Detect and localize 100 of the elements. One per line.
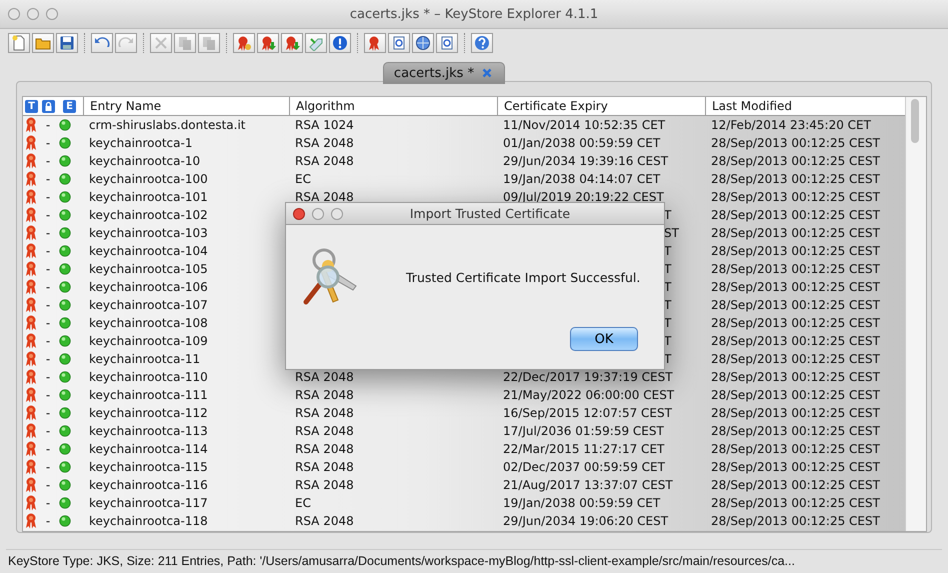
table-cell-text: keychainrootca-115 [88, 459, 209, 476]
certificate-icon [25, 207, 37, 223]
table-cell-text: 28/Sep/2013 00:12:25 CEST [710, 441, 881, 458]
table-cell-text: 02/Dec/2037 00:59:59 CET [502, 459, 666, 476]
table-cell-text: RSA 2048 [294, 513, 355, 530]
column-header[interactable]: T [25, 100, 38, 112]
lock-status: - [44, 153, 52, 170]
paste-icon [201, 35, 217, 51]
table-cell-text: keychainrootca-107 [88, 297, 209, 314]
table-cell-text: keychainrootca-118 [88, 513, 209, 530]
certificate-icon [25, 171, 37, 187]
lock-icon[interactable] [42, 100, 55, 112]
table-cell-text: keychainrootca-103 [88, 225, 209, 242]
table-cell-text: T [664, 351, 672, 368]
table-cell-text: 28/Sep/2013 00:12:25 CEST [710, 495, 881, 512]
status-dot-icon [59, 497, 71, 509]
table-cell-text: keychainrootca-117 [88, 495, 209, 512]
certificate-icon [25, 387, 37, 403]
globe-icon [415, 35, 431, 51]
table-cell-text: 12/Feb/2014 23:45:20 CET [710, 117, 872, 134]
table-cell-text: 29/Jun/2034 19:06:20 CEST [502, 513, 670, 530]
table-cell-text: keychainrootca-102 [88, 207, 209, 224]
toolbar-button[interactable] [412, 33, 434, 53]
table-cell-text: RSA 2048 [294, 405, 355, 422]
toolbar-button[interactable] [233, 33, 255, 53]
table-cell-text: 28/Sep/2013 00:12:25 CEST [710, 207, 881, 224]
table-cell-text: 09/Jul/2019 20:19:22 CEST [502, 189, 665, 206]
table-cell-text: keychainrootca-113 [88, 423, 209, 440]
lock-status: - [44, 117, 52, 134]
status-dot-icon [59, 335, 71, 347]
toolbar-button[interactable] [91, 33, 113, 53]
window-controls-icon[interactable] [293, 208, 343, 220]
table-cell-text: 28/Sep/2013 00:12:25 CEST [710, 369, 881, 386]
lock-status: - [44, 243, 52, 260]
table-cell-text: keychainrootca-110 [88, 369, 209, 386]
toolbar-button[interactable] [471, 33, 493, 53]
table-cell-text: EC [294, 495, 312, 512]
table-cell-text: T [664, 297, 672, 314]
lock-status: - [44, 387, 52, 404]
table-cell-text: 28/Sep/2013 00:12:25 CEST [710, 153, 881, 170]
lock-status: - [44, 207, 52, 224]
status-text: KeyStore Type: JKS, Size: 211 Entries, Path: '/Users/amusarra/Documents/workspace-myBlog/http-ssl-client-example/src/main/resources/ca... [8, 554, 795, 568]
table-cell-text: keychainrootca-116 [88, 477, 209, 494]
status-dot-icon [59, 299, 71, 311]
scrollbar[interactable] [905, 97, 926, 531]
toolbar-button[interactable] [436, 33, 458, 53]
status-dot-icon [59, 191, 71, 203]
toolbar-button[interactable] [32, 33, 54, 53]
toolbar-button[interactable] [364, 33, 386, 53]
column-header[interactable]: Algorithm [289, 97, 497, 115]
column-header[interactable]: Entry Name [83, 97, 289, 115]
status-dot-icon [59, 281, 71, 293]
copy-icon [177, 35, 193, 51]
column-header[interactable]: Certificate Expiry [497, 97, 705, 115]
table-cell-text: 28/Sep/2013 00:12:25 CEST [710, 405, 881, 422]
lock-status: - [44, 189, 52, 206]
table-cell-text: 28/Sep/2013 00:12:25 CEST [710, 477, 881, 494]
toolbar-button[interactable] [56, 33, 78, 53]
toolbar-button[interactable] [281, 33, 303, 53]
table-cell-text: RSA 2048 [294, 189, 355, 206]
status-dot-icon [59, 227, 71, 239]
lock-status: - [44, 405, 52, 422]
info-icon [332, 35, 348, 51]
table-cell-text: 28/Sep/2013 00:12:25 CEST [710, 315, 881, 332]
column-header[interactable]: E [63, 100, 76, 112]
toolbar-button[interactable] [388, 33, 410, 53]
status-dot-icon [59, 461, 71, 473]
table-cell-text: EC [294, 171, 312, 188]
status-dot-icon [59, 137, 71, 149]
table-cell-text: 28/Sep/2013 00:12:25 CEST [710, 351, 881, 368]
table-cell-text: RSA 2048 [294, 153, 355, 170]
certificate-icon [25, 333, 37, 349]
ok-button[interactable]: OK [570, 327, 638, 351]
table-cell-text: T [664, 333, 672, 350]
status-dot-icon [59, 353, 71, 365]
table-cell-text: keychainrootca-104 [88, 243, 209, 260]
table-cell-text: RSA 2048 [294, 477, 355, 494]
toolbar-button[interactable] [329, 33, 351, 53]
table-cell-text: 28/Sep/2013 00:12:25 CEST [710, 297, 881, 314]
table-cell-text: ST [664, 225, 679, 242]
new-file-icon [11, 35, 27, 51]
lock-status: - [44, 225, 52, 242]
table-cell-text: 28/Sep/2013 00:12:25 CEST [710, 189, 881, 206]
table-cell-text: 28/Sep/2013 00:12:25 CEST [710, 333, 881, 350]
toolbar-button[interactable] [8, 33, 30, 53]
certificate-icon [25, 297, 37, 313]
window-title: cacerts.jks * – KeyStore Explorer 4.1.1 [350, 6, 598, 22]
document-tab[interactable]: cacerts.jks * [382, 62, 506, 84]
table-cell-text: 28/Sep/2013 00:12:25 CEST [710, 387, 881, 404]
table-cell-text: 17/Jul/2036 01:59:59 CEST [502, 423, 665, 440]
save-icon [59, 35, 75, 51]
table-cell-text: 28/Sep/2013 00:12:25 CEST [710, 459, 881, 476]
table-cell-text: RSA 1024 [294, 117, 355, 134]
table-cell-text: 01/Jan/2038 00:59:59 CET [502, 135, 662, 152]
table-cell-text: 19/Jan/2038 00:59:59 CET [502, 495, 662, 512]
toolbar-button[interactable] [257, 33, 279, 53]
lock-status: - [44, 495, 52, 512]
table-cell-text: 28/Sep/2013 00:12:25 CEST [710, 225, 881, 242]
table-cell-text: RSA 2048 [294, 441, 355, 458]
certificate-icon [25, 513, 37, 529]
